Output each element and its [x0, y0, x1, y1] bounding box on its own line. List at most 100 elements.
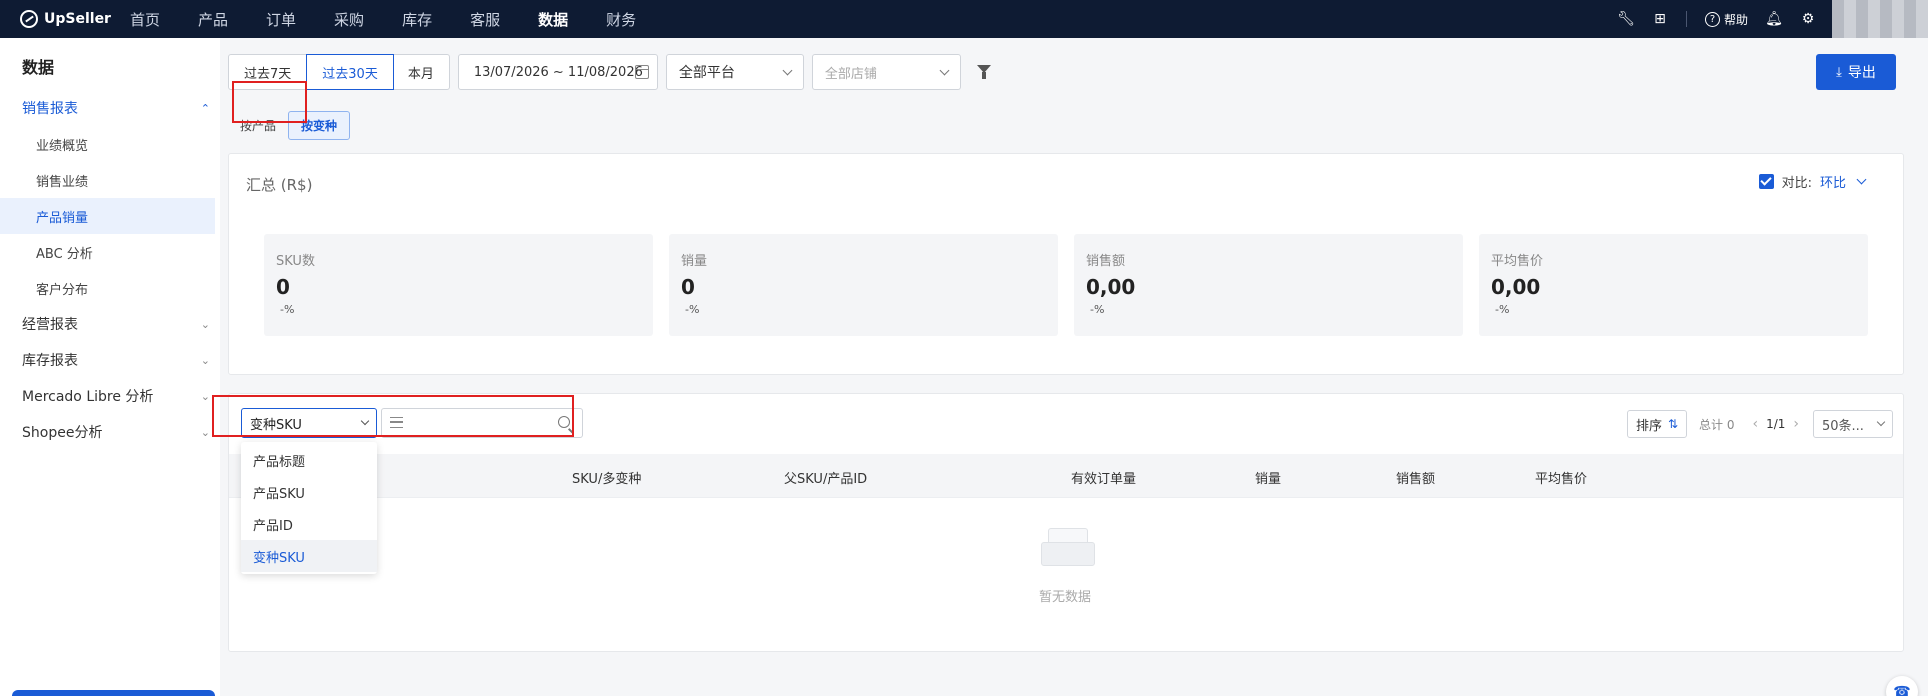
table-header: SKU/多变种 父SKU/产品ID 有效订单量 销量 销售额 平均售价: [229, 454, 1903, 498]
sidebar-group-label: 销售报表: [22, 101, 78, 117]
stat-value: 0: [276, 275, 290, 299]
page-indicator: 1/1: [1766, 417, 1786, 431]
empty-text: 暂无数据: [1039, 590, 1092, 605]
sidebar-item-sales-performance[interactable]: 销售业绩: [0, 162, 220, 198]
empty-state: 暂无数据: [229, 498, 1903, 648]
nav-item-finance[interactable]: 财务: [606, 9, 636, 30]
nav-right: 🔧︎ ⊞ ? 帮助 🔔︎ ⚙: [1600, 0, 1928, 38]
sidebar-group-label: Shopee分析: [22, 425, 103, 441]
compare-checkbox[interactable]: [1758, 174, 1774, 189]
help-button[interactable]: ? 帮助: [1704, 11, 1748, 28]
search-field-dropdown: 产品标题 产品SKU 产品ID 变种SKU: [241, 442, 377, 574]
support-icon[interactable]: ☎: [1886, 676, 1918, 696]
highlight-box-search-field: [212, 395, 574, 437]
option-product-sku[interactable]: 产品SKU: [241, 476, 377, 508]
chevron-down-icon: [1856, 174, 1867, 185]
sidebar-group-label: 经营报表: [22, 317, 78, 333]
sidebar-item-product-sales[interactable]: 产品销量: [0, 198, 215, 234]
download-icon: ⤓: [1836, 64, 1842, 80]
column-sku-variant[interactable]: SKU/多变种: [572, 468, 641, 487]
shop-select[interactable]: 全部店铺: [811, 54, 961, 90]
stat-pct: -%: [280, 303, 295, 316]
summary-card: 汇总 (R$) 对比: 环比 SKU数 0 -% 销量 0 -% 销售额 0,0…: [228, 153, 1904, 375]
column-sales-volume[interactable]: 销量: [1255, 468, 1281, 487]
option-product-title[interactable]: 产品标题: [241, 444, 377, 476]
shop-placeholder: 全部店铺: [824, 66, 877, 82]
sidebar-bottom-button[interactable]: [12, 690, 215, 696]
stat-value: 0: [681, 275, 695, 299]
chevron-down-icon: [782, 65, 793, 75]
question-icon: ?: [1704, 11, 1720, 27]
stat-pct: -%: [685, 303, 700, 316]
stat-pct: -%: [1495, 303, 1510, 316]
stat-sku-count: SKU数 0 -%: [264, 234, 653, 336]
column-parent-sku[interactable]: 父SKU/产品ID: [784, 468, 867, 487]
stat-avg-price: 平均售价 0,00 -%: [1479, 234, 1868, 336]
stat-pct: -%: [1090, 303, 1105, 316]
next-page-icon[interactable]: ›: [1793, 416, 1799, 432]
platform-value: 全部平台: [678, 65, 735, 81]
sidebar-item-overview[interactable]: 业绩概览: [0, 126, 220, 162]
column-valid-orders[interactable]: 有效订单量: [1071, 468, 1136, 487]
date-range-value: 13/07/2026 ~ 11/08/2026: [473, 64, 643, 80]
platform-select[interactable]: 全部平台: [665, 54, 804, 90]
sidebar-item-customer-distribution[interactable]: 客户分布: [0, 270, 220, 306]
sort-button[interactable]: 排序 ⇅: [1626, 410, 1688, 438]
chevron-down-icon: ⌄: [200, 389, 210, 403]
sidebar-group-label: 库存报表: [22, 353, 78, 369]
help-label: 帮助: [1723, 12, 1748, 27]
prev-page-icon[interactable]: ‹: [1752, 416, 1758, 432]
chevron-down-icon: [939, 65, 950, 75]
column-avg-price[interactable]: 平均售价: [1535, 468, 1587, 487]
upseller-logo-icon: [20, 10, 38, 28]
date-range-picker[interactable]: 13/07/2026 ~ 11/08/2026: [457, 54, 658, 90]
sidebar-group-inventory-reports[interactable]: 库存报表 ⌄: [0, 342, 220, 378]
nav-item-purchase[interactable]: 采购: [334, 9, 364, 30]
export-button[interactable]: ⤓ 导出: [1816, 54, 1896, 90]
sidebar-group-business-reports[interactable]: 经营报表 ⌄: [0, 306, 220, 342]
table-tools: 排序 ⇅ 总计 0 ‹ 1/1 › 50条...: [1626, 410, 1893, 438]
nav-items: 首页 产品 订单 采购 库存 客服 数据 财务: [130, 9, 674, 30]
compare-value: 环比: [1819, 176, 1846, 191]
total-count: 总计 0: [1699, 417, 1735, 432]
option-product-id[interactable]: 产品ID: [241, 508, 377, 540]
summary-title: 汇总 (R$): [246, 176, 313, 194]
empty-inbox-icon: [1041, 528, 1095, 566]
sidebar-group-mercado-libre[interactable]: Mercado Libre 分析 ⌄: [0, 378, 220, 414]
stat-label: 销售额: [1086, 254, 1126, 269]
nav-item-data[interactable]: 数据: [538, 9, 568, 30]
stat-label: 销量: [681, 254, 708, 269]
sidebar-group-shopee[interactable]: Shopee分析 ⌄: [0, 414, 220, 450]
avatar[interactable]: [1832, 0, 1928, 38]
highlight-box-variant-tab: [232, 81, 307, 123]
compare-select[interactable]: 环比: [1819, 172, 1867, 191]
sidebar-title: 数据: [22, 58, 55, 77]
logo[interactable]: UpSeller: [0, 10, 130, 28]
stat-label: 平均售价: [1491, 254, 1544, 269]
wrench-icon[interactable]: 🔧︎: [1617, 11, 1635, 27]
stat-sales-volume: 销量 0 -%: [669, 234, 1058, 336]
nav-item-products[interactable]: 产品: [198, 9, 228, 30]
sort-icon: ⇅: [1667, 417, 1679, 431]
filter-icon[interactable]: [976, 65, 991, 79]
sort-label: 排序: [1635, 418, 1662, 434]
nav-item-home[interactable]: 首页: [130, 9, 160, 30]
filter-bar: 过去7天 过去30天 本月 13/07/2026 ~ 11/08/2026 全部…: [228, 54, 991, 90]
sidebar-group-sales-reports[interactable]: 销售报表 ⌃: [0, 90, 220, 126]
apps-grid-icon[interactable]: ⊞: [1652, 11, 1668, 27]
nav-item-orders[interactable]: 订单: [266, 9, 296, 30]
gear-icon[interactable]: ⚙: [1800, 11, 1816, 27]
calendar-icon: [634, 65, 649, 79]
bell-icon[interactable]: 🔔︎: [1765, 11, 1783, 27]
sidebar: 数据 销售报表 ⌃ 业绩概览 销售业绩 产品销量 ABC 分析 客户分布 经营报…: [0, 38, 220, 696]
nav-item-inventory[interactable]: 库存: [402, 9, 432, 30]
nav-item-service[interactable]: 客服: [470, 9, 500, 30]
export-label: 导出: [1847, 65, 1876, 81]
range-this-month[interactable]: 本月: [393, 55, 449, 89]
top-nav: UpSeller 首页 产品 订单 采购 库存 客服 数据 财务 🔧︎ ⊞ ? …: [0, 0, 1928, 38]
range-last-30-days[interactable]: 过去30天: [306, 54, 394, 90]
column-sales-amount[interactable]: 销售额: [1396, 468, 1435, 487]
page-size-select[interactable]: 50条...: [1813, 410, 1893, 438]
option-variant-sku[interactable]: 变种SKU: [241, 540, 377, 572]
sidebar-item-abc-analysis[interactable]: ABC 分析: [0, 234, 220, 270]
